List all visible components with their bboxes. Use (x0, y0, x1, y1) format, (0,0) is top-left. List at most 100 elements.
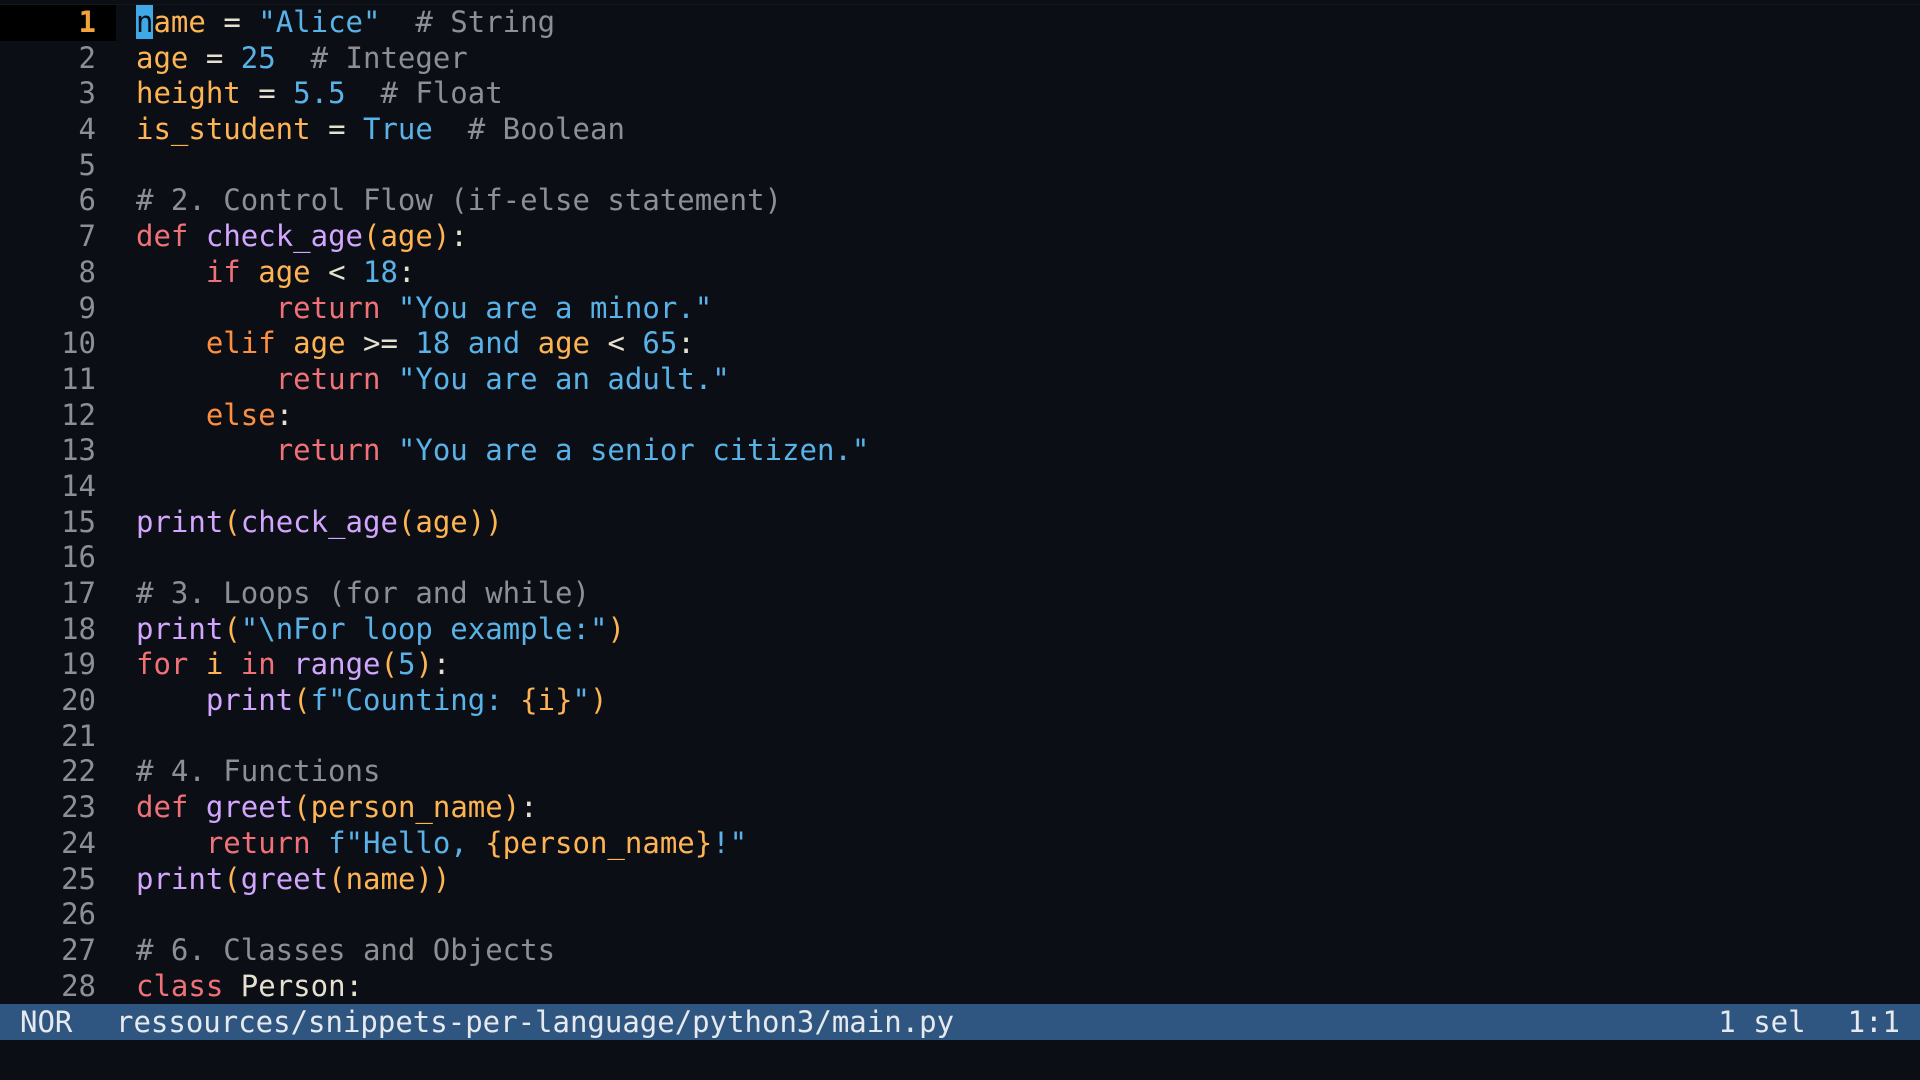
code-token: ( (328, 861, 346, 896)
code-token: ) (432, 219, 451, 254)
code-line[interactable]: 7 def check_age(age): (0, 219, 1920, 255)
code-line[interactable]: 9 return "You are a minor." (0, 291, 1920, 327)
code-text[interactable] (136, 897, 1920, 933)
code-line[interactable]: 24 return f"Hello, {person_name}!" (0, 826, 1920, 862)
code-text[interactable] (136, 540, 1920, 576)
code-token: return (205, 825, 311, 860)
code-line[interactable]: 26 (0, 897, 1920, 933)
code-text[interactable]: def check_age(age): (136, 219, 1920, 255)
code-token: in (240, 647, 276, 682)
code-text[interactable]: if age < 18: (136, 255, 1920, 291)
code-line[interactable]: 5 (0, 148, 1920, 184)
code-line[interactable]: 28 class Person: (0, 969, 1920, 1005)
code-token: 5 (397, 647, 416, 682)
code-token: ( (363, 219, 381, 254)
code-text[interactable]: print(greet(name)) (136, 862, 1920, 898)
code-line[interactable]: 14 (0, 469, 1920, 505)
code-token: >= (345, 326, 416, 361)
code-token: is_student (136, 112, 311, 147)
line-number: 17 (0, 576, 136, 612)
code-line[interactable]: 13 return "You are a senior citizen." (0, 433, 1920, 469)
code-token: ( (223, 611, 241, 646)
code-line[interactable]: 27 # 6. Classes and Objects (0, 933, 1920, 969)
code-token: # 6. Classes and Objects (136, 932, 556, 967)
code-line[interactable]: 4 is_student = True # Boolean (0, 112, 1920, 148)
line-number-text: 20 (61, 683, 96, 718)
line-number-text: 24 (61, 825, 96, 860)
code-line[interactable]: 8 if age < 18: (0, 255, 1920, 291)
code-line[interactable]: 6 # 2. Control Flow (if-else statement) (0, 183, 1920, 219)
line-number-text: 22 (61, 754, 96, 789)
code-text[interactable]: def greet(person_name): (136, 790, 1920, 826)
line-number: 3 (0, 76, 136, 112)
code-text[interactable]: # 3. Loops (for and while) (136, 576, 1920, 612)
code-token: "You are an adult." (397, 361, 730, 396)
code-token: !" (712, 825, 748, 860)
code-token: greet (205, 790, 294, 825)
code-line[interactable]: 22 # 4. Functions (0, 754, 1920, 790)
code-text[interactable]: return "You are a minor." (136, 291, 1920, 327)
line-number: 11 (0, 362, 136, 398)
code-line[interactable]: 25 print(greet(name)) (0, 862, 1920, 898)
code-text[interactable]: print(check_age(age)) (136, 505, 1920, 541)
code-text[interactable]: height = 5.5 # Float (136, 76, 1920, 112)
line-number-text: 15 (61, 504, 96, 539)
line-number-text: 25 (61, 861, 96, 896)
code-token: # 3. Loops (for and while) (136, 576, 590, 610)
code-text[interactable]: age = 25 # Integer (136, 41, 1920, 77)
code-text[interactable]: name = "Alice" # String (136, 5, 1920, 41)
code-line[interactable]: 20 print(f"Counting: {i}") (0, 683, 1920, 719)
line-number-text: 23 (61, 790, 96, 825)
code-line[interactable]: 2 age = 25 # Integer (0, 41, 1920, 77)
code-text[interactable]: is_student = True # Boolean (136, 112, 1920, 148)
code-line[interactable]: 12 else: (0, 398, 1920, 434)
code-token: class (136, 968, 224, 1003)
code-text[interactable]: for i in range(5): (136, 647, 1920, 683)
command-line[interactable] (0, 1040, 1920, 1076)
code-line[interactable]: 18 print("\nFor loop example:") (0, 612, 1920, 648)
code-line[interactable]: 21 (0, 719, 1920, 755)
code-line[interactable]: 1 name = "Alice" # String (0, 5, 1920, 41)
code-text[interactable]: # 4. Functions (136, 754, 1920, 790)
code-token: # Boolean (432, 112, 625, 147)
code-token: # Float (345, 76, 503, 111)
code-line[interactable]: 3 height = 5.5 # Float (0, 76, 1920, 112)
code-text[interactable]: class Person: (136, 969, 1920, 1005)
code-token: " (572, 683, 590, 718)
code-line[interactable]: 16 (0, 540, 1920, 576)
code-text[interactable]: return "You are an adult." (136, 362, 1920, 398)
line-number: 5 (0, 148, 136, 184)
code-text[interactable]: print("\nFor loop example:") (136, 612, 1920, 648)
code-token: age (136, 40, 189, 75)
code-text[interactable]: # 2. Control Flow (if-else statement) (136, 183, 1920, 219)
code-text[interactable] (136, 469, 1920, 505)
code-text[interactable]: elif age >= 18 and age < 65: (136, 326, 1920, 362)
code-text[interactable]: return "You are a senior citizen." (136, 433, 1920, 469)
code-line[interactable]: 17 # 3. Loops (for and while) (0, 576, 1920, 612)
code-token: ( (223, 504, 241, 539)
code-line[interactable]: 23 def greet(person_name): (0, 790, 1920, 826)
code-token: else (205, 397, 276, 432)
code-line[interactable]: 15 print(check_age(age)) (0, 505, 1920, 541)
code-line[interactable]: 10 elif age >= 18 and age < 65: (0, 326, 1920, 362)
code-text[interactable]: else: (136, 398, 1920, 434)
line-number-text: 26 (61, 897, 96, 932)
code-line[interactable]: 19 for i in range(5): (0, 647, 1920, 683)
code-token: ( (293, 790, 311, 825)
code-token: def (136, 790, 189, 825)
code-line[interactable]: 11 return "You are an adult." (0, 362, 1920, 398)
code-text[interactable] (136, 148, 1920, 184)
code-text[interactable]: return f"Hello, {person_name}!" (136, 826, 1920, 862)
code-text[interactable]: # 6. Classes and Objects (136, 933, 1920, 969)
editor-buffer[interactable]: 1 name = "Alice" # String 2 age = 25 # Inte… (0, 4, 1920, 1004)
line-number: 8 (0, 255, 136, 291)
code-token: greet (240, 861, 329, 896)
code-token: Person (240, 968, 346, 1003)
cursor-position: 1:1 (1847, 1005, 1900, 1039)
code-text[interactable] (136, 719, 1920, 755)
line-number: 2 (0, 41, 136, 77)
code-text[interactable]: print(f"Counting: {i}") (136, 683, 1920, 719)
